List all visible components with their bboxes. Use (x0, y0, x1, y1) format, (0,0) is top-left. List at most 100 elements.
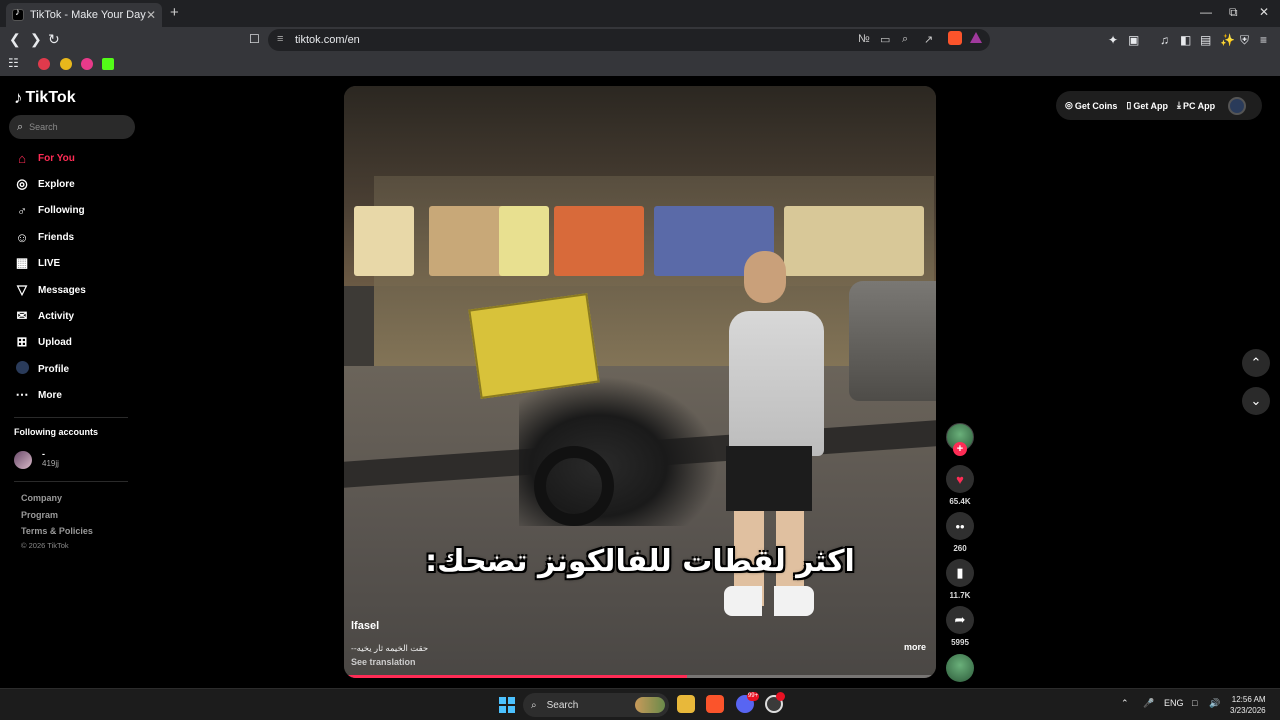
sidebar-item-label: Following (38, 204, 85, 216)
forward-icon[interactable]: ❯ (30, 31, 42, 48)
sidebar-item-label: Activity (38, 310, 75, 322)
search-highlight-icon (635, 697, 665, 713)
user-avatar[interactable] (1228, 96, 1247, 115)
sound-disc-avatar[interactable] (946, 654, 974, 682)
close-window-icon[interactable]: ✕ (1259, 5, 1269, 19)
sidebar-item-explore[interactable]: ◎ Explore (14, 175, 74, 193)
reload-icon[interactable]: ↻ (48, 31, 60, 48)
video-progress-fill (344, 675, 688, 678)
taskbar-search[interactable]: ⌕ Search (523, 693, 669, 717)
bookmark-youtube-icon[interactable] (38, 58, 50, 70)
bookmark-circle-icon[interactable] (81, 58, 93, 70)
sidebar-item-friends[interactable]: ☺ Friends (14, 228, 74, 246)
browser-tab[interactable]: TikTok - Make Your Day ✕ (6, 3, 162, 27)
sidebar-item-label: For You (38, 152, 75, 164)
media-icon[interactable]: ♫ (1160, 33, 1169, 47)
phone-icon: ▯ (1126, 100, 1132, 110)
wallet-icon[interactable]: ▤ (1200, 33, 1211, 47)
language-indicator[interactable]: ENG (1164, 698, 1184, 708)
sidebar-item-label: More (38, 389, 62, 401)
search-input[interactable]: ⌕ Search (9, 115, 135, 139)
browser-tab-bar: TikTok - Make Your Day ✕ + — ⧉ ✕ (0, 0, 1280, 27)
follow-plus-icon[interactable]: + (953, 442, 967, 456)
pc-app-button[interactable]: ⤓ PC App (1177, 100, 1215, 111)
video-frame-light (354, 206, 414, 276)
sidebar-divider (14, 481, 128, 482)
share-icon[interactable]: ↗ (924, 33, 933, 46)
sidebar-icon[interactable]: ◧ (1180, 33, 1191, 47)
sidebar-item-activity[interactable]: ✉ Activity (14, 307, 75, 325)
cast-icon[interactable]: ▭ (880, 33, 890, 46)
file-explorer-icon[interactable] (677, 695, 695, 713)
new-tab-button[interactable]: + (170, 4, 179, 21)
video-username[interactable]: lfasel (351, 620, 379, 632)
bookmark-icon[interactable]: ☐ (249, 32, 260, 46)
more-button[interactable]: more (904, 642, 926, 652)
steam-badge (776, 692, 785, 701)
site-info-icon[interactable]: ≡ (277, 33, 283, 45)
video-frame-light (499, 206, 549, 276)
footer-link-company[interactable]: Company (21, 493, 62, 503)
get-coins-label: Get Coins (1074, 100, 1118, 111)
users-icon: ☺ (15, 229, 29, 245)
footer-link-program[interactable]: Program (21, 510, 58, 520)
sidebar-item-live[interactable]: ▦ LIVE (14, 254, 60, 272)
get-app-button[interactable]: ▯ Get App (1126, 100, 1168, 111)
bookmark-kick-icon[interactable] (102, 58, 114, 70)
volume-icon[interactable]: 🔊 (1209, 698, 1220, 709)
tray-chevron-icon[interactable]: ⌃ (1121, 698, 1129, 709)
restore-icon[interactable]: ⧉ (1229, 5, 1238, 20)
apps-grid-icon[interactable]: ☷ (8, 56, 19, 70)
video-frame-light (554, 206, 644, 276)
brave-browser-icon[interactable] (706, 695, 724, 713)
comment-button[interactable]: •• (946, 512, 974, 540)
following-account-name[interactable]: - (42, 449, 45, 459)
back-icon[interactable]: ❮ (9, 31, 21, 48)
translate-icon[interactable]: № (858, 33, 870, 45)
minimize-icon[interactable]: — (1200, 5, 1212, 19)
like-button[interactable]: ♥ (946, 465, 974, 493)
tab-close-icon[interactable]: ✕ (146, 8, 156, 22)
menu-icon[interactable]: ≡ (1260, 33, 1267, 47)
save-button[interactable]: ▮ (946, 559, 974, 587)
footer-link-terms[interactable]: Terms & Policies (21, 526, 93, 536)
sidebar-item-more[interactable]: ⋯ More (14, 386, 62, 404)
tiktok-logo[interactable]: ♪ TikTok (14, 88, 76, 108)
share-arrow-icon: ➦ (954, 612, 966, 627)
following-account-handle[interactable]: 419jj (42, 459, 59, 468)
zoom-icon[interactable]: ⌕ (902, 33, 908, 46)
share-button[interactable]: ➦ (946, 606, 974, 634)
video-frame-person-head (744, 251, 786, 303)
leo-ai-icon[interactable]: ✨ (1220, 33, 1235, 47)
brave-rewards-icon[interactable] (970, 32, 982, 43)
next-video-button[interactable]: ⌄ (1242, 387, 1270, 415)
previous-video-button[interactable]: ⌃ (1242, 349, 1270, 377)
sidebar-item-label: Friends (38, 231, 75, 243)
sidebar-item-following[interactable]: ♂ Following (14, 201, 85, 219)
bookmark-icon: ▮ (956, 565, 964, 580)
video-player[interactable]: اكثر لقطات للفالكونز تضحك: lfasel --حقت … (344, 86, 936, 678)
search-icon: ⌕ (531, 699, 537, 711)
see-translation-link[interactable]: See translation (351, 657, 416, 667)
brave-shields-icon[interactable] (948, 31, 962, 45)
user-plus-icon: ♂ (17, 202, 27, 218)
sidebar-item-upload[interactable]: ⊞ Upload (14, 333, 72, 351)
reader-icon[interactable]: ▣ (1128, 33, 1139, 47)
get-coins-button[interactable]: ◎ Get Coins (1065, 100, 1117, 111)
live-tv-icon: ▦ (15, 255, 29, 270)
following-accounts-title: Following accounts (14, 427, 99, 437)
sidebar-item-messages[interactable]: ▽ Messages (14, 281, 86, 299)
pc-app-label: PC App (1182, 100, 1216, 111)
sidebar-item-for-you[interactable]: ⌂ For You (14, 149, 75, 167)
extensions-icon[interactable]: ✦ (1108, 33, 1118, 47)
following-account-avatar[interactable] (14, 451, 32, 469)
address-bar[interactable]: ≡ tiktok.com/en № ▭ ⌕ ↗ (268, 29, 990, 51)
vpn-shield-icon[interactable]: ⛨ (1240, 33, 1249, 48)
taskbar-clock[interactable]: 12:56 AM 3/23/2026 (1230, 694, 1266, 716)
network-icon[interactable]: □ (1192, 698, 1197, 708)
sidebar-item-profile[interactable]: Profile (14, 360, 69, 378)
windows-start-icon[interactable] (499, 697, 515, 713)
microphone-icon[interactable]: 🎤 (1143, 698, 1154, 709)
bookmark-pin-icon[interactable] (60, 58, 72, 70)
video-frame-delivery-box (468, 293, 600, 399)
